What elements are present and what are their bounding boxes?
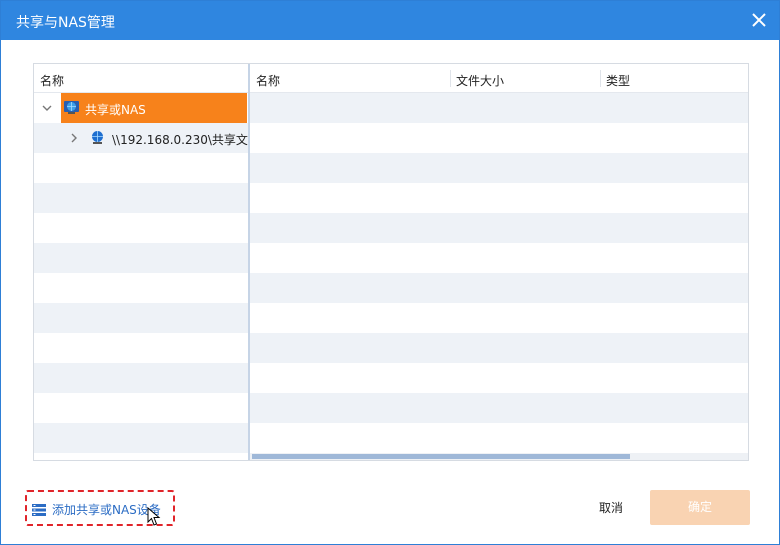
tree-item-nas-root[interactable]: 共享或NAS [61, 93, 247, 123]
tree-column-name[interactable]: 名称 [40, 72, 64, 89]
cancel-button[interactable]: 取消 [586, 498, 636, 518]
column-header-name[interactable]: 名称 [256, 72, 280, 89]
chevron-right-icon[interactable] [67, 131, 81, 145]
file-list-header: 名称 文件大小 类型 [250, 64, 748, 93]
title-bar[interactable]: 共享与NAS管理 [1, 1, 779, 40]
nas-management-dialog: 共享与NAS管理 名称 共享或NAS \\192.168.0.230\共享文 名… [0, 0, 780, 545]
file-list-rows [250, 93, 748, 453]
globe-icon [64, 101, 79, 114]
tree-pane: 名称 共享或NAS \\192.168.0.230\共享文 [34, 64, 248, 460]
dialog-title: 共享与NAS管理 [16, 15, 115, 31]
add-nas-device-label: 添加共享或NAS设备 [52, 503, 161, 517]
file-list-pane: 名称 文件大小 类型 [250, 64, 748, 460]
tree-item-share-path[interactable]: \\192.168.0.230\共享文 [34, 123, 248, 153]
server-icon [32, 504, 46, 516]
close-icon[interactable] [749, 10, 769, 30]
tree-item-label: 共享或NAS [85, 103, 146, 117]
tree-header: 名称 [34, 64, 248, 93]
column-header-size[interactable]: 文件大小 [456, 72, 504, 89]
chevron-down-icon[interactable] [40, 101, 54, 115]
mouse-cursor-icon [147, 507, 161, 526]
horizontal-scrollbar[interactable] [250, 453, 748, 460]
globe-icon [92, 131, 103, 144]
scrollbar-thumb[interactable] [252, 454, 630, 459]
ok-button[interactable]: 确定 [650, 490, 750, 525]
column-header-type[interactable]: 类型 [606, 72, 630, 89]
tree-item-label: \\192.168.0.230\共享文 [112, 133, 248, 147]
file-browser-panel: 名称 共享或NAS \\192.168.0.230\共享文 名称 文件大小 类型 [33, 63, 749, 461]
